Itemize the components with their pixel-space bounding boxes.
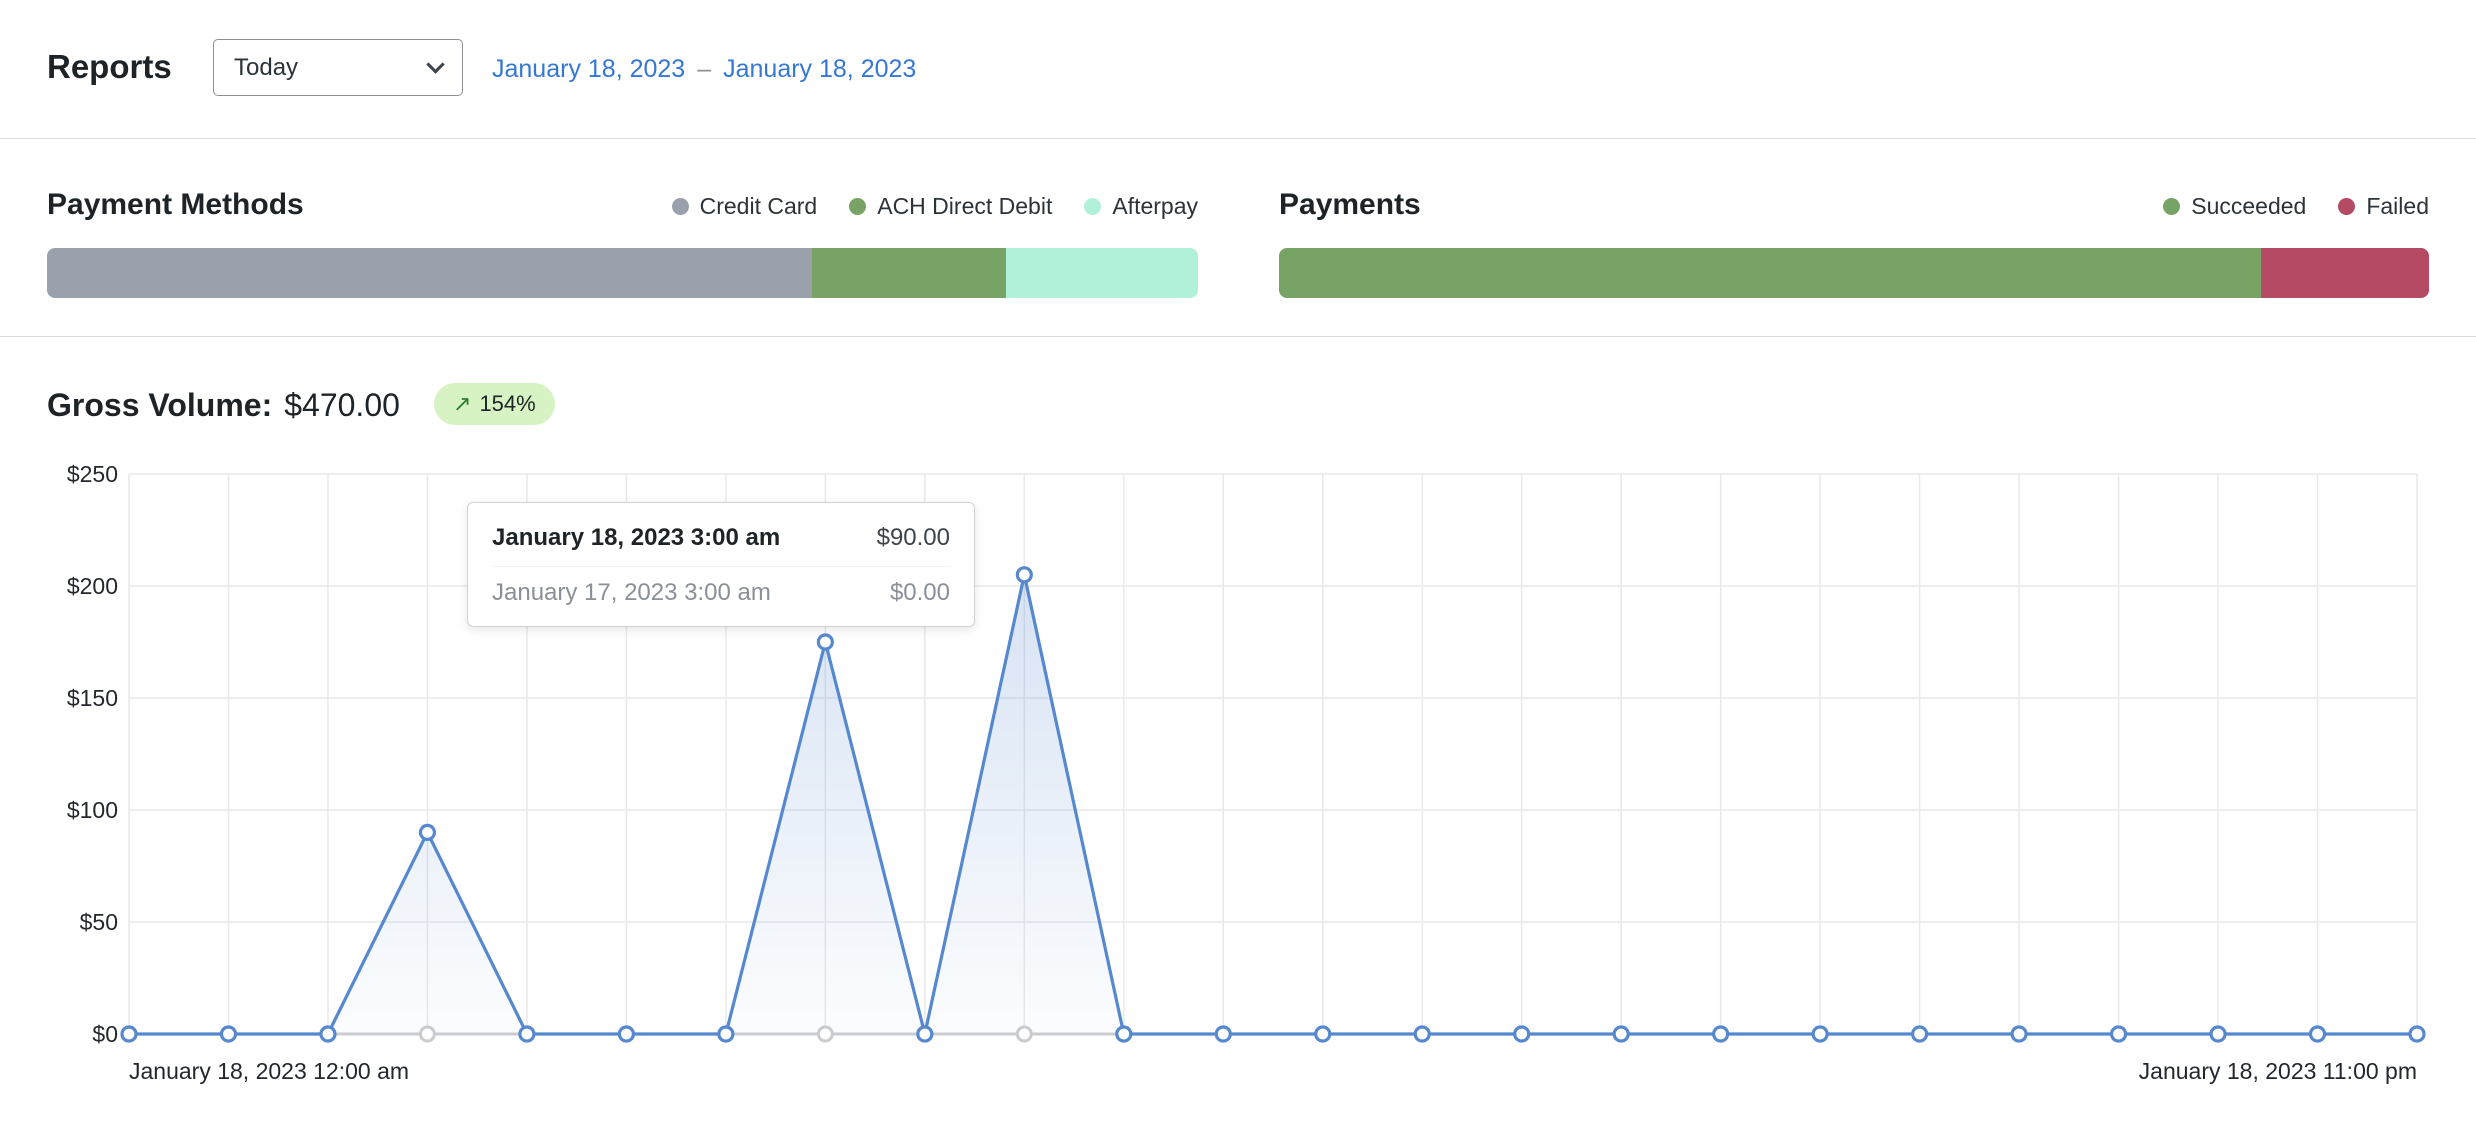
payments-title: Payments <box>1279 188 1421 221</box>
date-range-end-link[interactable]: January 18, 2023 <box>723 53 916 85</box>
legend-dot-icon <box>2338 197 2356 215</box>
legend-dot-icon <box>849 197 867 215</box>
bar-segment-failed[interactable] <box>2261 248 2429 298</box>
legend-item-succeeded: Succeeded <box>2163 193 2306 220</box>
legend-label: ACH Direct Debit <box>877 192 1053 219</box>
tooltip-previous-value: $0.00 <box>889 579 950 606</box>
gross-volume-label: Gross Volume: <box>47 387 273 423</box>
chart-tooltip: January 18, 2023 3:00 am $90.00 January … <box>467 502 975 627</box>
legend-item-failed: Failed <box>2338 193 2429 220</box>
bar-segment-ach-direct-debit[interactable] <box>812 248 1006 298</box>
payment-methods-legend: Credit Card ACH Direct Debit Afterpay <box>671 191 1198 221</box>
y-axis-label: $100 <box>66 797 118 823</box>
legend-label: Afterpay <box>1112 192 1198 219</box>
period-select-value: Today <box>234 53 299 81</box>
trend-up-icon: ↗ <box>453 391 472 416</box>
payment-methods-bar[interactable] <box>47 248 1198 298</box>
date-range-start-link[interactable]: January 18, 2023 <box>492 53 685 85</box>
date-range-separator: – <box>697 55 712 83</box>
legend-item-afterpay: Afterpay <box>1084 193 1198 220</box>
y-axis-label: $200 <box>66 573 118 599</box>
reports-page: Reports Today January 18, 2023 – January… <box>0 0 2476 1126</box>
tooltip-current-label: January 18, 2023 3:00 am <box>492 524 781 551</box>
y-axis-label: $0 <box>92 1021 118 1047</box>
chevron-down-icon <box>426 54 445 74</box>
tooltip-current-value: $90.00 <box>876 524 950 551</box>
tooltip-previous-label: January 17, 2023 3:00 am <box>492 579 771 606</box>
gross-volume-amount: $470.00 <box>284 387 400 423</box>
header-divider <box>0 138 2476 139</box>
chart-x-axis-end-label: January 18, 2023 11:00 pm <box>2138 1058 2417 1084</box>
legend-label: Succeeded <box>2191 192 2307 219</box>
period-select[interactable]: Today <box>213 39 463 96</box>
legend-label: Credit Card <box>699 192 818 219</box>
bar-segment-succeeded[interactable] <box>1279 248 2262 298</box>
legend-dot-icon <box>671 197 689 215</box>
trend-badge: ↗ 154% <box>434 383 555 425</box>
y-axis-label: $150 <box>66 685 118 711</box>
legend-item-ach-direct-debit: ACH Direct Debit <box>849 193 1052 220</box>
payment-methods-title: Payment Methods <box>47 188 304 221</box>
chart-x-axis-start-label: January 18, 2023 12:00 am <box>129 1058 410 1084</box>
tooltip-current-row: January 18, 2023 3:00 am $90.00 <box>492 523 950 567</box>
payments-bar[interactable] <box>1279 248 2429 298</box>
trend-badge-value: 154% <box>479 391 536 416</box>
legend-item-credit-card: Credit Card <box>671 192 818 220</box>
gross-volume-heading: Gross Volume: $470.00 <box>47 384 400 426</box>
payments-legend: Succeeded Failed <box>2163 191 2429 221</box>
page-title: Reports <box>47 48 172 85</box>
section-divider <box>0 336 2476 337</box>
date-range: January 18, 2023 – January 18, 2023 <box>492 53 916 85</box>
tooltip-previous-row: January 17, 2023 3:00 am $0.00 <box>492 567 950 608</box>
legend-label: Failed <box>2366 192 2429 219</box>
chart-area-fill <box>129 574 2417 1034</box>
y-axis-label: $250 <box>66 461 118 487</box>
legend-dot-icon <box>1084 197 1102 215</box>
bar-segment-afterpay[interactable] <box>1005 248 1198 298</box>
legend-dot-icon <box>2163 197 2181 215</box>
y-axis-label: $50 <box>79 909 118 935</box>
bar-segment-credit-card[interactable] <box>47 248 813 298</box>
